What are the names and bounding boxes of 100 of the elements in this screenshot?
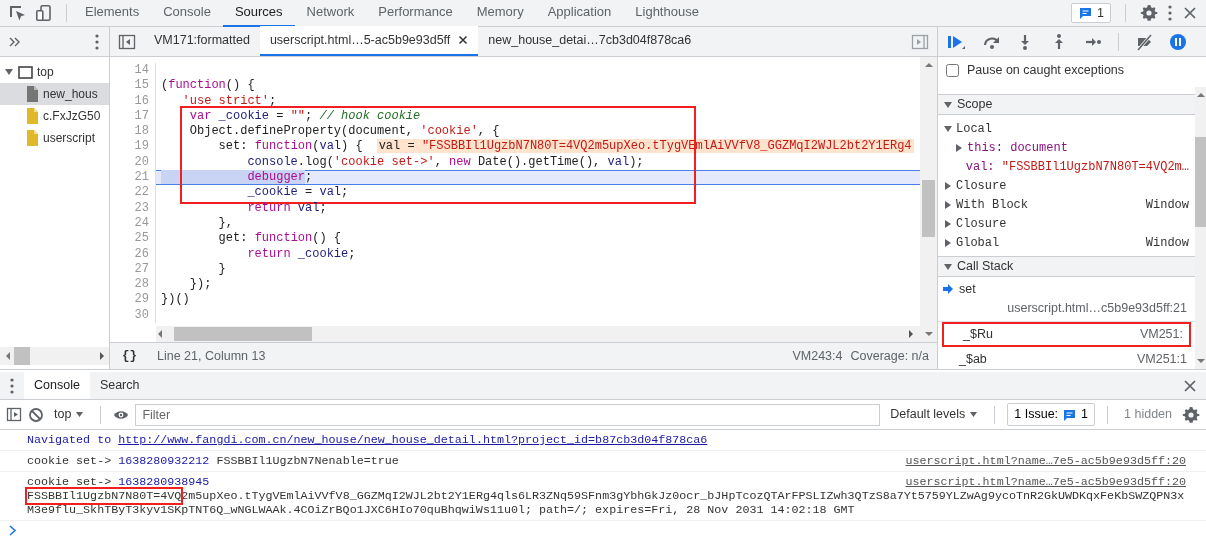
code-line: return val; — [246, 200, 328, 216]
code-line: console.log('cookie set->', new Date().getTime(), val); — [246, 154, 645, 171]
cursor-position: Line 21, Column 13 — [157, 347, 266, 365]
tree-item[interactable]: top — [0, 61, 109, 83]
scrollbar-thumb[interactable] — [1195, 137, 1206, 227]
source-link[interactable]: userscript.html?name…7e5-ac5b9e93d5ff:20 — [905, 454, 1186, 468]
hidden-count: 1 hidden — [1123, 406, 1173, 424]
scroll-up-icon[interactable] — [923, 61, 934, 69]
function-name: _$Ru — [963, 325, 993, 343]
scope-item[interactable]: Closure — [938, 214, 1195, 233]
page-link[interactable]: http://www.fangdi.com.cn/new_house/new_house_detail.html?project_id=b87cb3d04f878ca6 — [118, 433, 708, 447]
coverage-text: Coverage: n/a — [850, 347, 929, 365]
function-name: _$ab — [959, 351, 987, 369]
file-tab[interactable]: VM171:formatted — [144, 26, 260, 56]
tree-item[interactable]: c.FxJzG50 — [0, 105, 109, 127]
more-options-icon[interactable] — [8, 376, 16, 395]
vertical-scrollbar[interactable] — [920, 57, 937, 342]
file-tab[interactable]: userscript.html…5-ac5b9e93d5ff — [259, 26, 479, 56]
panel-tab[interactable]: Console — [151, 0, 223, 27]
log-message: cookie set-> 1638280932212 FSSBBIl1UgzbN7Nenable=true — [27, 454, 400, 468]
code-line: Object.defineProperty(document, 'cookie', { — [188, 124, 501, 140]
code-line: _cookie = val; — [246, 185, 350, 201]
code-line: get: function() { — [217, 231, 343, 247]
clear-console-icon[interactable] — [28, 406, 44, 423]
checkbox[interactable] — [946, 64, 959, 77]
close-icon[interactable] — [1182, 5, 1198, 21]
panel-tab[interactable]: Application — [535, 0, 624, 27]
close-icon[interactable] — [458, 35, 469, 45]
more-options-icon[interactable] — [1166, 4, 1174, 22]
collapse-triangle-icon[interactable] — [4, 67, 14, 77]
source-location-link[interactable]: VM243:4 — [792, 346, 843, 366]
vertical-scrollbar[interactable] — [1195, 87, 1206, 369]
panel-tab[interactable]: Elements — [73, 0, 152, 27]
scope-item[interactable]: With Block Window — [938, 195, 1195, 214]
scope-item[interactable]: Closure — [938, 176, 1195, 195]
scope-property[interactable]: val: "FSSBBIl1UgzbN7N80T=4VQ2m… — [938, 157, 1195, 176]
current-frame-arrow-icon — [942, 284, 953, 295]
code-line: var _cookie = ""; // hook cookie — [188, 108, 422, 125]
issues-button[interactable]: 1 Issue: 1 — [1007, 403, 1096, 426]
scrollbar-thumb[interactable] — [174, 327, 312, 341]
call-stack-frame[interactable]: _$Ru VM251: — [942, 321, 1191, 348]
scroll-down-icon[interactable] — [923, 330, 934, 338]
code-line: })() — [160, 292, 191, 308]
frame-location: VM251: — [1139, 325, 1183, 343]
document-icon — [26, 86, 39, 102]
section-header[interactable]: Scope — [938, 94, 1195, 115]
section-header[interactable]: Call Stack — [938, 256, 1195, 277]
sidebar-toggle-icon[interactable] — [911, 33, 929, 50]
horizontal-scrollbar[interactable] — [0, 347, 109, 365]
horizontal-scrollbar[interactable] — [156, 326, 920, 342]
scroll-right-icon[interactable] — [906, 329, 916, 339]
pause-icon[interactable] — [1169, 32, 1187, 51]
prompt-icon[interactable] — [8, 525, 17, 536]
collapse-triangle-icon — [943, 261, 953, 272]
code-line: }); — [188, 277, 213, 293]
issues-button[interactable]: 1 — [1071, 3, 1111, 23]
filter-field[interactable]: Filter — [135, 403, 881, 426]
scroll-left-icon[interactable] — [4, 351, 12, 361]
scope-property[interactable]: this: document — [938, 138, 1195, 157]
code-line: 'use strict'; — [181, 93, 278, 109]
sidebar-toggle-icon[interactable] — [118, 33, 136, 50]
settings-icon[interactable] — [1140, 4, 1158, 22]
more-options-icon[interactable] — [93, 32, 101, 51]
scrollbar-thumb[interactable] — [922, 180, 935, 237]
drawer-tab[interactable]: Search — [89, 372, 150, 399]
sidebar-toggle-icon[interactable] — [6, 407, 22, 422]
scope-item[interactable]: Local — [938, 119, 1195, 138]
source-link[interactable]: userscript.html?name…7e5-ac5b9e93d5ff:20 — [905, 475, 1186, 489]
caret-icon — [969, 410, 979, 419]
log-levels-dropdown[interactable]: Default levels — [886, 405, 983, 424]
frame-location: userscript.html…c5b9e93d5ff:21 — [1007, 299, 1187, 317]
expand-triangle-icon — [943, 237, 953, 248]
scrollbar-thumb[interactable] — [14, 347, 30, 365]
tree-item[interactable]: userscript — [0, 127, 109, 149]
scroll-down-icon[interactable] — [1195, 357, 1206, 365]
panel-tab[interactable]: Network — [294, 0, 367, 27]
pretty-print-button[interactable]: {} — [118, 346, 141, 366]
expand-triangle-icon — [954, 142, 964, 153]
collapse-triangle-icon — [943, 123, 953, 134]
inspect-icon[interactable] — [8, 4, 26, 22]
panel-tab[interactable]: Memory — [464, 0, 536, 27]
file-tab[interactable]: new_house_detai…7cb3d04f878ca6 — [478, 26, 702, 56]
code-line: } — [217, 261, 227, 278]
caret-icon — [75, 410, 85, 419]
scroll-right-icon[interactable] — [97, 351, 105, 361]
chat-icon — [1078, 6, 1094, 20]
function-name: set — [959, 281, 976, 298]
navigation-message: Navigated to http://www.fangdi.com.cn/new_house/new_house_detail.html?project_id=b87cb3d04f878ca6 — [27, 433, 709, 447]
frame-location: VM251:1 — [1136, 351, 1187, 369]
context-dropdown[interactable]: top — [50, 405, 89, 424]
panel-tab[interactable]: Performance — [366, 0, 465, 27]
close-icon[interactable] — [1182, 377, 1198, 394]
scope-item[interactable]: Global Window — [938, 233, 1195, 252]
tree-item[interactable]: new_hous — [0, 83, 109, 105]
device-icon[interactable] — [34, 4, 52, 22]
scroll-up-icon[interactable] — [1195, 91, 1206, 99]
drawer-tab[interactable]: Console — [24, 372, 90, 399]
panel-tab[interactable]: Lighthouse — [623, 0, 711, 27]
deactivate-breakpoints-icon[interactable] — [1135, 32, 1153, 51]
settings-icon[interactable] — [1182, 405, 1200, 424]
